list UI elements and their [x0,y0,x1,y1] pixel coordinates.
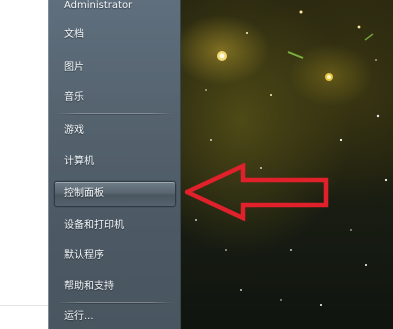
menu-item-help-support[interactable]: 帮助和支持 [64,278,114,296]
menu-item-control-panel-label: 控制面板 [64,188,104,199]
menu-item-pictures[interactable]: 图片 [64,59,84,77]
menu-item-devices-printers[interactable]: 设备和打印机 [64,217,124,235]
arrow-left-outline-icon [185,163,329,221]
programs-pane [0,0,48,329]
menu-divider [57,302,173,304]
menu-item-control-panel[interactable]: 控制面板 [54,181,176,207]
menu-item-documents[interactable]: 文档 [64,26,84,44]
menu-item-administrator[interactable]: Administrator [64,0,132,15]
menu-item-music[interactable]: 音乐 [64,89,84,107]
menu-item-games[interactable]: 游戏 [64,122,84,140]
menu-item-default-programs[interactable]: 默认程序 [64,247,104,265]
start-menu-right-pane: Administrator 文档 图片 音乐 游戏 计算机 控制面板 设备和打印… [48,0,181,329]
menu-item-computer[interactable]: 计算机 [64,153,94,171]
programs-divider [0,305,48,306]
menu-item-run[interactable]: 运行... [64,308,94,326]
menu-divider [57,113,173,115]
